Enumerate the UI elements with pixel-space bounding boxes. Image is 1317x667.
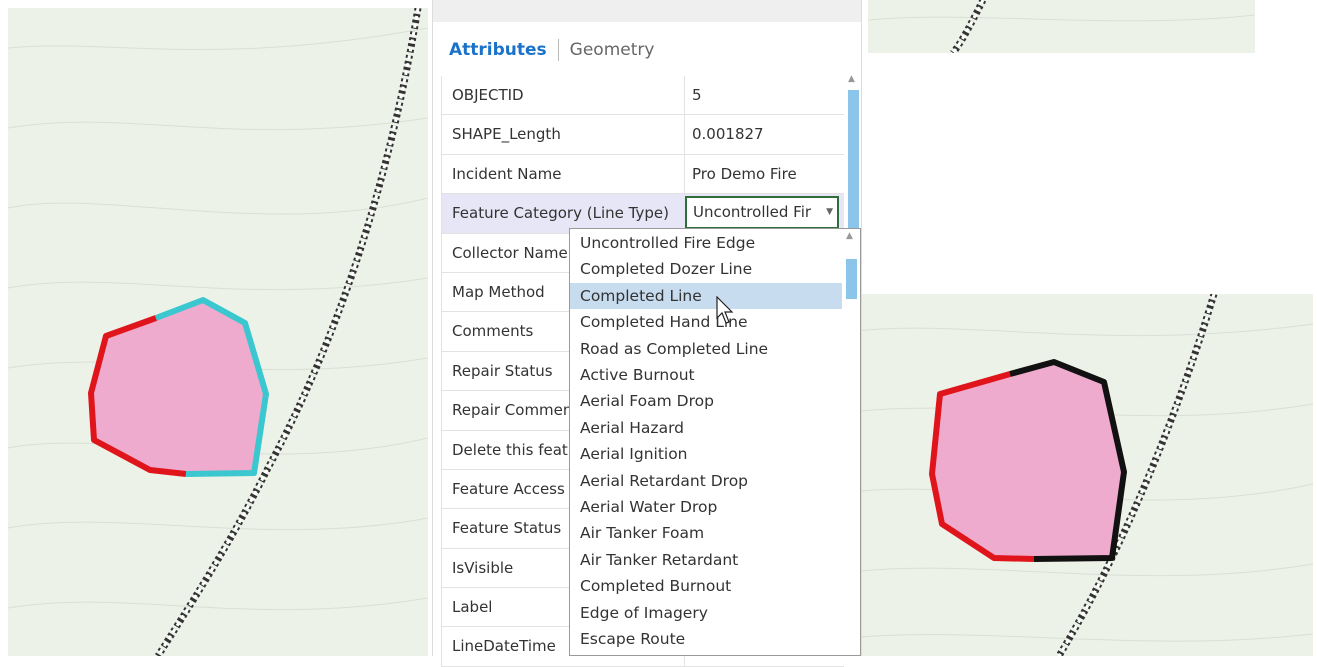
dropdown-option[interactable]: Active Burnout (570, 362, 842, 388)
field-value[interactable]: Pro Demo Fire (692, 155, 797, 193)
dropdown-option[interactable]: Uncontrolled Fire Edge (570, 230, 842, 256)
dropdown-option[interactable]: Aerial Water Drop (570, 494, 842, 520)
dropdown-option[interactable]: Completed Hand Line (570, 309, 842, 335)
dropdown-option[interactable]: Aerial Foam Drop (570, 388, 842, 414)
field-value[interactable]: 5 (692, 76, 702, 114)
tab-attributes[interactable]: Attributes (449, 40, 547, 60)
column-divider (684, 76, 685, 115)
combobox-value: Uncontrolled Fir (693, 203, 812, 222)
feature-category-combobox[interactable]: Uncontrolled Fir ▼ (685, 196, 839, 230)
dropdown-option[interactable]: Completed Line (570, 282, 842, 310)
dropdown-option[interactable]: Air Tanker Retardant (570, 547, 842, 573)
map-canvas-right (834, 294, 1313, 656)
dropdown-option[interactable]: Aerial Hazard (570, 415, 842, 441)
map-canvas-top-right (868, 0, 1255, 53)
pane-tabs: Attributes Geometry (449, 38, 654, 62)
tab-geometry[interactable]: Geometry (570, 40, 655, 60)
map-view-top-right[interactable] (868, 0, 1255, 53)
field-name: Feature Category (Line Type) (452, 204, 669, 223)
tab-separator (557, 39, 559, 61)
dropdown-option[interactable]: Completed Dozer Line (570, 256, 842, 282)
scrollbar-thumb[interactable] (846, 259, 857, 299)
map-canvas-left (8, 8, 428, 656)
fire-polygon (88, 297, 269, 477)
dropdown-option[interactable]: Road as Completed Line (570, 336, 842, 362)
chevron-down-icon[interactable]: ▼ (826, 198, 833, 227)
field-name: Incident Name (452, 164, 562, 183)
field-name: OBJECTID (452, 86, 524, 104)
dropdown-option[interactable]: Escape Route (570, 626, 842, 652)
mouse-pointer-icon (716, 296, 734, 324)
scroll-up-icon[interactable]: ▲ (848, 74, 855, 84)
dropdown-option[interactable]: Aerial Ignition (570, 441, 842, 467)
dropdown-option[interactable]: Air Tanker Foam (570, 520, 842, 546)
attribute-row[interactable]: OBJECTID 5 (441, 76, 844, 116)
scroll-up-icon[interactable]: ▲ (846, 231, 853, 241)
feature-category-dropdown-list[interactable]: ▲ Uncontrolled Fire Edge Completed Dozer … (569, 228, 861, 656)
attribute-row[interactable]: Incident Name Pro Demo Fire (441, 154, 844, 195)
map-view-left[interactable] (8, 8, 428, 656)
map-view-right[interactable] (834, 294, 1313, 656)
column-divider (684, 154, 685, 194)
field-name: SHAPE_Length (452, 125, 561, 144)
attribute-row[interactable]: SHAPE_Length 0.001827 (441, 115, 844, 155)
column-divider (684, 115, 685, 154)
field-value[interactable]: 0.001827 (692, 115, 764, 153)
fire-polygon-completed (929, 359, 1127, 562)
dropdown-option[interactable]: Completed Burnout (570, 573, 842, 599)
pane-header-bar (433, 0, 861, 22)
dropdown-scrollbar[interactable]: ▲ (844, 229, 858, 655)
dropdown-option[interactable]: Edge of Imagery (570, 600, 842, 626)
dropdown-option[interactable]: Aerial Retardant Drop (570, 468, 842, 494)
